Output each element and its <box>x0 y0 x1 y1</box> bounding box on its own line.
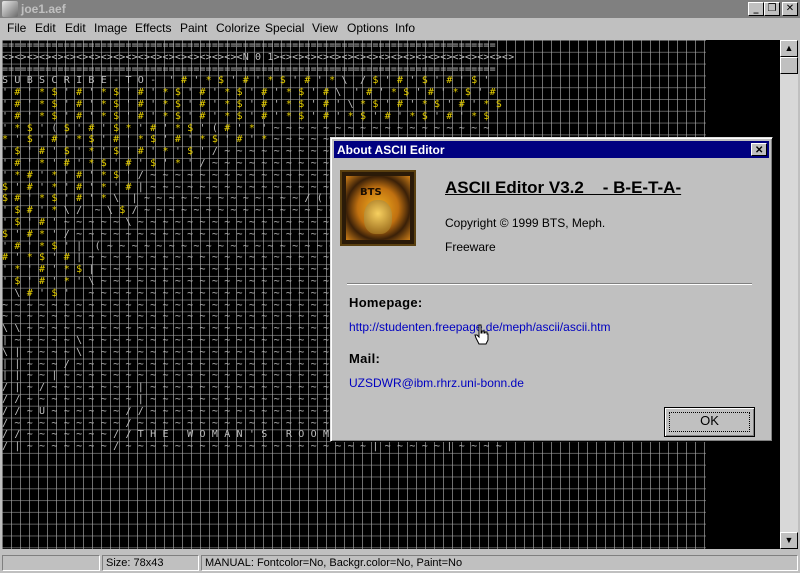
status-cell-empty <box>2 555 100 571</box>
scroll-thumb[interactable] <box>780 57 798 74</box>
ascii-row: ' * $ ' ( $ ' # ' $ * ' # ' * $ ' ( # ' … <box>2 122 490 134</box>
menu-edit-2[interactable]: Edit <box>65 21 86 35</box>
divider <box>347 283 752 285</box>
logo-face <box>364 200 392 234</box>
close-icon: ✕ <box>755 145 764 156</box>
hand-cursor-icon <box>474 324 489 345</box>
restore-icon: ❐ <box>767 3 777 14</box>
status-mode: MANUAL: Fontcolor=No, Backgr.color=No, P… <box>201 555 798 571</box>
logo-text: BTS <box>360 187 382 198</box>
ascii-row: <><><><><><><><><><><><><><><><><><><><N… <box>2 51 515 63</box>
homepage-label: Homepage: <box>349 295 423 310</box>
minimize-icon: _ <box>753 3 759 14</box>
vertical-scrollbar[interactable]: ▲ ▼ <box>780 40 798 549</box>
app-icon[interactable] <box>2 1 18 17</box>
menu-image[interactable]: Image <box>94 21 127 35</box>
product-heading: ASCII Editor V3.2 - B-E-T-A- <box>445 178 682 197</box>
about-dialog-title: About ASCII Editor <box>337 143 445 157</box>
minimize-button[interactable]: _ <box>748 2 764 16</box>
menu-file[interactable]: File <box>7 21 26 35</box>
mail-link[interactable]: UZSDWR@ibm.rhrz.uni-bonn.de <box>349 376 524 390</box>
ascii-row: ' # ' * $ ' # ' * $ ' # ' * $ ' # ' * $ … <box>2 98 502 110</box>
about-close-button[interactable]: ✕ <box>751 143 767 156</box>
license-text: Freeware <box>445 240 496 254</box>
menu-edit[interactable]: Edit <box>35 21 56 35</box>
ascii-row: ========================================… <box>2 40 496 51</box>
menu-special[interactable]: Special <box>265 21 304 35</box>
ascii-row: ' # ' * $ ' # ' * $ ' # ' * $ ' # ' * $ … <box>2 87 496 99</box>
menu-colorize[interactable]: Colorize <box>216 21 260 35</box>
restore-button[interactable]: ❐ <box>764 2 780 16</box>
ascii-row: / | ~ ~ ~ ~ ~ ~ ~ / ~ ~ ~ ~ ~ ~ ~ ~ ~ ~ … <box>2 441 502 453</box>
arrow-down-icon: ▼ <box>784 535 794 545</box>
main-window: joe1.aef _ ❐ ✕ File Edit Edit Image Effe… <box>0 0 800 573</box>
status-bar: Size: 78x43 MANUAL: Fontcolor=No, Backgr… <box>0 552 800 573</box>
scroll-up-button[interactable]: ▲ <box>780 40 798 57</box>
menu-paint[interactable]: Paint <box>180 21 207 35</box>
menu-effects[interactable]: Effects <box>135 21 171 35</box>
menu-info[interactable]: Info <box>395 21 415 35</box>
close-button[interactable]: ✕ <box>782 2 798 16</box>
close-icon: ✕ <box>785 3 795 14</box>
ascii-row: ========================================… <box>2 63 496 75</box>
about-dialog: About ASCII Editor ✕ BTS ASCII Editor V3… <box>330 137 773 442</box>
ascii-row: S U B S C R I B E - T O - ' # ' * $ ' # … <box>2 75 490 87</box>
about-dialog-title-bar[interactable]: About ASCII Editor ✕ <box>334 141 769 158</box>
mail-label: Mail: <box>349 351 381 366</box>
bts-logo: BTS <box>340 170 416 246</box>
copyright-text: Copyright © 1999 BTS, Meph. <box>445 216 606 230</box>
menu-view[interactable]: View <box>312 21 338 35</box>
window-title: joe1.aef <box>21 2 66 16</box>
menu-bar: File Edit Edit Image Effects Paint Color… <box>0 18 800 38</box>
arrow-up-icon: ▲ <box>784 43 794 53</box>
title-bar[interactable]: joe1.aef _ ❐ ✕ <box>0 0 800 18</box>
ok-button[interactable]: OK <box>664 407 755 437</box>
ascii-row: ' # ' * $ ' # ' * $ ' # ' * $ ' # ' * $ … <box>2 110 490 122</box>
status-size: Size: 78x43 <box>102 555 199 571</box>
menu-options[interactable]: Options <box>347 21 388 35</box>
scroll-down-button[interactable]: ▼ <box>780 532 798 549</box>
